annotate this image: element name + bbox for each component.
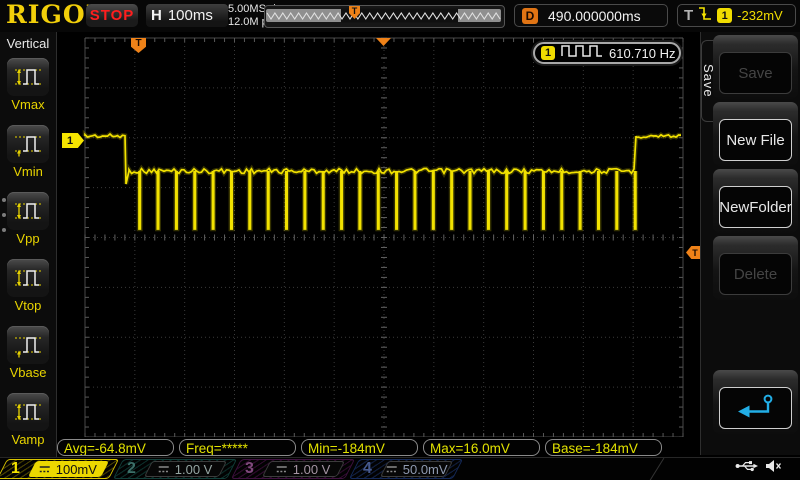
vtop-icon[interactable] bbox=[7, 259, 49, 297]
channel-scale: 100mV bbox=[39, 462, 97, 477]
channel-scale-chip: 100mV bbox=[28, 461, 109, 477]
waveform-memory-bar: T bbox=[264, 5, 505, 28]
menu-item-newfolder[interactable]: NewFolder bbox=[719, 186, 792, 228]
memory-wave-thumbnail bbox=[265, 6, 502, 25]
horizontal-offset-readout: D 490.000000ms bbox=[514, 4, 668, 27]
graticule bbox=[57, 32, 700, 437]
channel-4-block[interactable]: 4 50.0mV bbox=[354, 459, 458, 479]
waveform-display bbox=[57, 32, 700, 437]
channel-1-block[interactable]: 1 100mV bbox=[2, 459, 114, 479]
left-menu-item-label: Vpp bbox=[0, 231, 56, 246]
channel-scale: 50.0mV bbox=[386, 462, 448, 477]
run-state-button[interactable]: STOP bbox=[86, 4, 138, 27]
usb-icon bbox=[735, 459, 759, 478]
channel-scale-chip: 1.00 V bbox=[262, 461, 345, 477]
measurement-bar: Avg=-64.8mV Freq=***** Min=-184mV Max=16.0m… bbox=[57, 437, 700, 457]
dc-coupling-icon bbox=[276, 462, 288, 477]
channel-scale-value: 1.00 V bbox=[175, 462, 213, 477]
delay-value: 490.000000ms bbox=[548, 8, 641, 24]
vmin-icon[interactable] bbox=[7, 125, 49, 163]
square-wave-icon bbox=[561, 44, 603, 62]
menu-item-return[interactable] bbox=[719, 387, 792, 429]
frequency-counter: 1 610.710 Hz bbox=[533, 42, 681, 64]
menu-slot: Delete bbox=[713, 236, 798, 300]
menu-slot: Save bbox=[713, 35, 798, 99]
counter-channel-badge: 1 bbox=[541, 46, 555, 60]
channel-3-block[interactable]: 3 1.00 V bbox=[236, 459, 350, 479]
left-menu-item-vamp[interactable]: Vamp bbox=[0, 393, 56, 458]
timebase-control[interactable]: H 100ms bbox=[146, 4, 228, 27]
ch1-waveform-glow bbox=[85, 134, 681, 229]
left-menu-item-label: Vtop bbox=[0, 298, 56, 313]
dc-coupling-icon bbox=[386, 462, 398, 477]
channel-status-bar: 1 100mV 2 1.00 V 3 1.00 V 4 50.0mV bbox=[0, 457, 800, 480]
left-menu-item-vtop[interactable]: Vtop bbox=[0, 259, 56, 324]
channel-scale-value: 1.00 V bbox=[293, 462, 331, 477]
timebase-value: 100ms bbox=[168, 7, 213, 24]
menu-item-new-file[interactable]: New File bbox=[719, 119, 792, 161]
trigger-level-value: -232mV bbox=[737, 8, 783, 23]
measurement-freq: Freq=***** bbox=[179, 439, 296, 456]
channel-scale-chip: 1.00 V bbox=[144, 461, 227, 477]
left-menu-item-label: Vamp bbox=[0, 432, 56, 447]
falling-edge-icon bbox=[698, 5, 712, 27]
dc-coupling-icon bbox=[39, 462, 51, 477]
return-arrow-icon bbox=[733, 392, 779, 424]
left-menu-item-vbase[interactable]: Vbase bbox=[0, 326, 56, 391]
menu-slot: NewFolder bbox=[713, 169, 798, 233]
vbase-icon[interactable] bbox=[7, 326, 49, 364]
menu-slot: New File bbox=[713, 102, 798, 166]
menu-page-dots bbox=[2, 198, 6, 243]
soft-menu-items: Save New File NewFolder Delete bbox=[713, 35, 798, 437]
menu-slot-empty bbox=[713, 303, 798, 367]
left-menu-title: Vertical bbox=[0, 36, 56, 51]
menu-item-save: Save bbox=[719, 52, 792, 94]
measurement-max: Max=16.0mV bbox=[423, 439, 540, 456]
channel-scale: 1.00 V bbox=[276, 462, 331, 477]
dc-coupling-icon bbox=[158, 462, 170, 477]
left-menu-item-vmin[interactable]: Vmin bbox=[0, 125, 56, 190]
vpp-icon[interactable] bbox=[7, 192, 49, 230]
vmax-icon[interactable] bbox=[7, 58, 49, 96]
left-menu: Vertical Vmax Vmin Vpp Vtop Vbase Vamp bbox=[0, 32, 57, 457]
trigger-readout: T 1 -232mV bbox=[677, 4, 796, 27]
left-menu-item-label: Vmax bbox=[0, 97, 56, 112]
trigger-source-badge: 1 bbox=[717, 8, 732, 23]
soft-menu: Save Save New File NewFolder Delete bbox=[700, 32, 800, 455]
top-bar: RIGOL STOP H 100ms 5.00MSa/s 12.0M pts T… bbox=[0, 0, 800, 33]
left-menu-items: Vmax Vmin Vpp Vtop Vbase Vamp bbox=[0, 56, 56, 458]
channel-scale: 1.00 V bbox=[158, 462, 213, 477]
channel-number: 2 bbox=[127, 460, 136, 478]
left-menu-item-vpp[interactable]: Vpp bbox=[0, 192, 56, 257]
channel-number: 1 bbox=[11, 460, 20, 478]
channel-2-block[interactable]: 2 1.00 V bbox=[118, 459, 232, 479]
measurement-cells: Avg=-64.8mV Freq=***** Min=-184mV Max=16.0m… bbox=[57, 439, 662, 456]
channel-scale-value: 100mV bbox=[56, 462, 97, 477]
measurement-min: Min=-184mV bbox=[301, 439, 418, 456]
channel-number: 4 bbox=[363, 460, 372, 478]
delay-icon: D bbox=[522, 8, 538, 24]
menu-slot bbox=[713, 370, 798, 434]
channel-number: 3 bbox=[245, 460, 254, 478]
left-menu-item-label: Vmin bbox=[0, 164, 56, 179]
menu-item-delete: Delete bbox=[719, 253, 792, 295]
left-menu-item-label: Vbase bbox=[0, 365, 56, 380]
horizontal-label: H bbox=[151, 7, 162, 24]
channel-scale-value: 50.0mV bbox=[403, 462, 448, 477]
counter-value: 610.710 Hz bbox=[609, 46, 676, 61]
measurement-avg: Avg=-64.8mV bbox=[57, 439, 174, 456]
system-status-icons bbox=[735, 459, 782, 478]
speaker-muted-icon bbox=[765, 459, 782, 478]
measurement-base: Base=-184mV bbox=[545, 439, 662, 456]
vamp-icon[interactable] bbox=[7, 393, 49, 431]
oscilloscope-screen: RIGOL STOP H 100ms 5.00MSa/s 12.0M pts T… bbox=[0, 0, 800, 480]
channel-scale-chip: 50.0mV bbox=[380, 461, 453, 477]
left-menu-item-vmax[interactable]: Vmax bbox=[0, 58, 56, 123]
trigger-label: T bbox=[684, 7, 693, 24]
